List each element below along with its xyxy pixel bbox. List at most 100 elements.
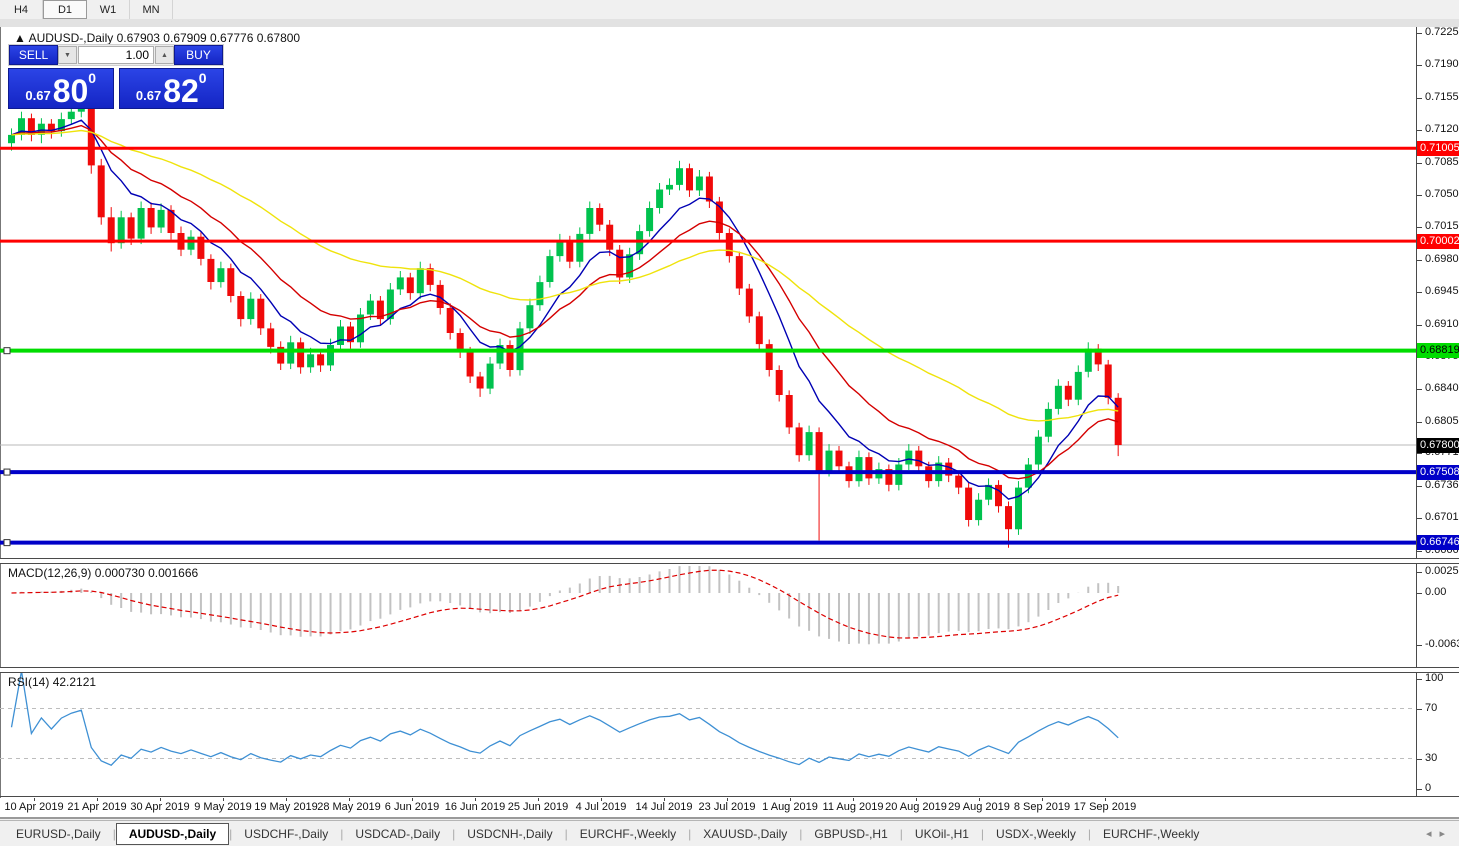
tab-scroll-right-icon[interactable]: ▸ <box>1439 828 1453 840</box>
line-handle[interactable] <box>4 469 10 475</box>
rsi-indicator-canvas[interactable] <box>0 671 1416 796</box>
x-axis-label: 14 Jul 2019 <box>636 801 693 813</box>
tab-scroll-left-icon[interactable]: ◂ <box>1426 828 1440 840</box>
y-axis-label: 0.67010 <box>1425 511 1459 523</box>
x-axis-label: 16 Jun 2019 <box>445 801 506 813</box>
rsi-axis-label: 30 <box>1425 752 1437 764</box>
rsi-value: 42.2121 <box>53 675 96 689</box>
ma-line-8 <box>12 120 1119 499</box>
x-axis-label: 11 Aug 2019 <box>823 801 884 813</box>
chart-tab-audusd-daily[interactable]: AUDUSD-,Daily <box>116 823 229 845</box>
x-axis-label: 28 May 2019 <box>317 801 381 813</box>
y-axis-label: 0.68050 <box>1425 415 1459 427</box>
rsi-axis-label: 0 <box>1425 782 1431 794</box>
macd-indicator-canvas[interactable] <box>0 562 1416 667</box>
sell-price-prefix: 0.67 <box>25 88 50 103</box>
macd-main-value: 0.000730 <box>95 566 145 580</box>
line-handle[interactable] <box>4 348 10 354</box>
chart-tab-usdchf-daily[interactable]: USDCHF-,Daily <box>232 824 340 844</box>
chart-tab-bar: EURUSD-,Daily|AUDUSD-,Daily|USDCHF-,Dail… <box>0 820 1459 846</box>
chart-tab-eurusd-daily[interactable]: EURUSD-,Daily <box>4 824 113 844</box>
x-axis-label: 4 Jul 2019 <box>576 801 627 813</box>
chart-tab-xauusd-daily[interactable]: XAUUSD-,Daily <box>691 824 799 844</box>
sell-price-button[interactable]: 0.67 80 0 <box>8 68 114 109</box>
ma-line-40 <box>12 131 1119 421</box>
y-axis-label: 0.70150 <box>1425 220 1459 232</box>
x-axis-label: 9 May 2019 <box>194 801 251 813</box>
chart-title: ▲ AUDUSD-,Daily 0.67903 0.67909 0.67776 … <box>14 31 300 45</box>
x-axis-label: 29 Aug 2019 <box>948 801 1010 813</box>
buy-button[interactable]: BUY <box>174 45 223 65</box>
x-axis-label: 20 Aug 2019 <box>885 801 947 813</box>
rsi-axis-label: 100 <box>1425 672 1443 684</box>
price-axis[interactable]: 0.722500.719000.715500.712000.708500.705… <box>1416 27 1459 796</box>
price-badge: 0.67508 <box>1417 465 1459 480</box>
chart-tab-usdcnh-daily[interactable]: USDCNH-,Daily <box>455 824 564 844</box>
line-handle[interactable] <box>4 540 10 546</box>
chart-tab-eurchf-weekly[interactable]: EURCHF-,Weekly <box>1091 824 1211 844</box>
y-axis-label: 0.67360 <box>1425 479 1459 491</box>
chart-tab-ukoil-h1[interactable]: UKOil-,H1 <box>903 824 981 844</box>
sell-price-big-digits: 80 <box>53 76 89 106</box>
x-axis-label: 19 May 2019 <box>254 801 318 813</box>
rsi-axis-label: 70 <box>1425 702 1437 714</box>
timeframe-button-mn[interactable]: MN <box>130 0 173 19</box>
macd-signal-value: 0.001666 <box>148 566 198 580</box>
trade-controls-row: SELL ▼ ▲ BUY <box>8 44 224 66</box>
y-axis-label: 0.68400 <box>1425 382 1459 394</box>
price-badge: 0.70002 <box>1417 234 1459 249</box>
chart-ohlc-values: 0.67903 0.67909 0.67776 0.67800 <box>117 31 301 45</box>
sell-price-pipette: 0 <box>88 70 96 86</box>
tab-scroll-arrows[interactable]: ◂▸ <box>1426 827 1453 840</box>
y-axis-label: 0.71900 <box>1425 58 1459 70</box>
rsi-name: RSI(14) <box>8 675 49 689</box>
buy-price-prefix: 0.67 <box>136 88 161 103</box>
time-axis[interactable]: 10 Apr 201921 Apr 201930 Apr 20199 May 2… <box>0 798 1416 817</box>
x-axis-label: 8 Sep 2019 <box>1014 801 1070 813</box>
collapse-panel-icon[interactable]: ▲ <box>14 31 26 45</box>
y-axis-label: 0.72250 <box>1425 26 1459 38</box>
buy-price-button[interactable]: 0.67 82 0 <box>119 68 225 109</box>
timeframe-button-d1[interactable]: D1 <box>43 0 87 19</box>
timeframe-button-h4[interactable]: H4 <box>0 0 43 19</box>
macd-name: MACD(12,26,9) <box>8 566 91 580</box>
chart-symbol-label: AUDUSD-,Daily <box>29 31 114 45</box>
price-badge: 0.71005 <box>1417 141 1459 156</box>
chart-tab-eurchf-weekly[interactable]: EURCHF-,Weekly <box>568 824 688 844</box>
x-axis-label: 10 Apr 2019 <box>4 801 63 813</box>
macd-indicator-label: MACD(12,26,9) 0.000730 0.001666 <box>8 566 198 580</box>
chart-tab-gbpusd-h1[interactable]: GBPUSD-,H1 <box>802 824 899 844</box>
chart-tab-usdx-weekly[interactable]: USDX-,Weekly <box>984 824 1088 844</box>
window-bottom-edge <box>0 817 1459 819</box>
volume-increase-button[interactable]: ▲ <box>155 46 174 64</box>
mt4-terminal: H4D1W1MN ▲ AUDUSD-,Daily 0.67903 0.67909… <box>0 0 1459 846</box>
y-axis-label: 0.71550 <box>1425 91 1459 103</box>
macd-axis-label: -0.00632 <box>1425 638 1459 650</box>
x-axis-label: 6 Jun 2019 <box>385 801 439 813</box>
chart-tab-usdcad-daily[interactable]: USDCAD-,Daily <box>343 824 452 844</box>
pane-separator[interactable] <box>0 667 1459 673</box>
timeframe-toolbar: H4D1W1MN <box>0 0 1459 19</box>
x-axis-label: 21 Apr 2019 <box>67 801 126 813</box>
rsi-line <box>12 671 1119 765</box>
trade-prices-row: 0.67 80 0 0.67 82 0 <box>8 68 224 109</box>
macd-signal-line <box>12 570 1119 638</box>
y-axis-label: 0.70850 <box>1425 156 1459 168</box>
sell-button[interactable]: SELL <box>9 45 58 65</box>
pane-separator[interactable] <box>0 558 1459 564</box>
x-axis-label: 17 Sep 2019 <box>1074 801 1136 813</box>
timeframe-button-w1[interactable]: W1 <box>87 0 130 19</box>
volume-input[interactable] <box>78 46 154 64</box>
x-axis-label: 23 Jul 2019 <box>699 801 756 813</box>
buy-price-pipette: 0 <box>199 70 207 86</box>
y-axis-label: 0.69800 <box>1425 253 1459 265</box>
x-axis-label: 1 Aug 2019 <box>762 801 818 813</box>
rsi-indicator-label: RSI(14) 42.2121 <box>8 675 96 689</box>
macd-axis-label: 0.00 <box>1425 586 1446 598</box>
volume-decrease-button[interactable]: ▼ <box>58 46 77 64</box>
one-click-trading-panel: SELL ▼ ▲ BUY 0.67 80 0 0.67 82 0 <box>8 44 224 109</box>
ma-line-16 <box>12 126 1119 479</box>
price-badge: 0.67800 <box>1417 438 1459 453</box>
price-badge: 0.66746 <box>1417 535 1459 550</box>
buy-price-big-digits: 82 <box>163 76 199 106</box>
